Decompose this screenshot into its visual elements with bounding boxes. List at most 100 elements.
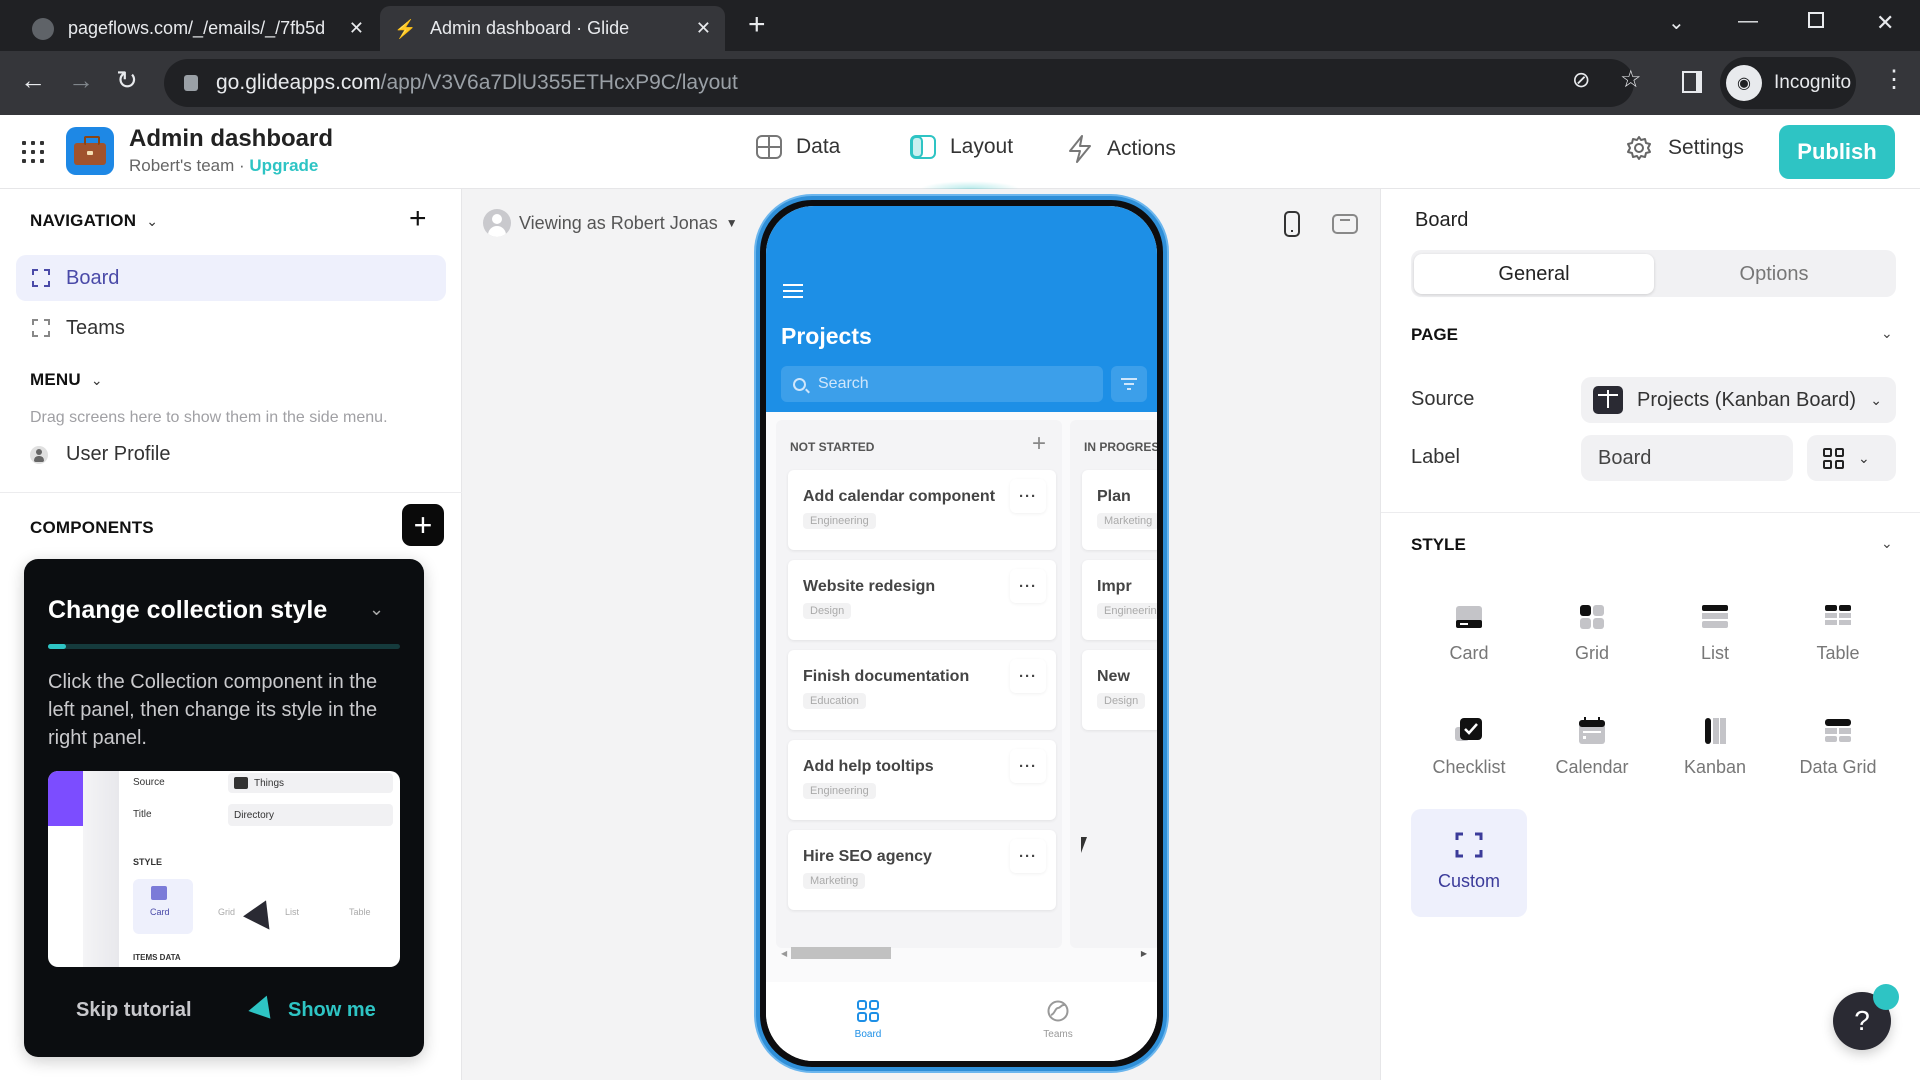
- settings-label: Settings: [1668, 136, 1744, 159]
- search-icon: [793, 377, 806, 391]
- style-option-calendar[interactable]: Calendar: [1534, 695, 1650, 803]
- card-title: Website redesign: [803, 578, 936, 595]
- source-dropdown[interactable]: Projects (Kanban Board) ⌄: [1581, 377, 1896, 423]
- nav-actions[interactable]: Actions: [1067, 135, 1176, 163]
- more-options-icon[interactable]: ···: [1010, 839, 1046, 873]
- horizontal-scrollbar[interactable]: ◀ ▶: [781, 946, 1147, 960]
- menu-section-header[interactable]: MENU ⌄: [30, 370, 103, 390]
- incognito-profile[interactable]: ◉ Incognito: [1720, 57, 1856, 109]
- phone-search-input[interactable]: Search: [781, 366, 1103, 402]
- style-option-list[interactable]: List: [1657, 581, 1773, 689]
- forward-button[interactable]: →: [68, 65, 94, 95]
- custom-screen-icon: [32, 269, 50, 287]
- reload-button[interactable]: ↻: [116, 65, 138, 95]
- label-icon-picker[interactable]: ⌄: [1807, 435, 1896, 481]
- url-path: /app/V3V6a7DlU355ETHcxP9C/layout: [380, 71, 738, 94]
- tablet-preview-icon[interactable]: [1332, 214, 1358, 234]
- back-button[interactable]: ←: [20, 65, 46, 95]
- more-options-icon[interactable]: ···: [1010, 749, 1046, 783]
- style-section-header: STYLE: [1411, 535, 1466, 554]
- style-option-grid[interactable]: Grid: [1534, 581, 1650, 689]
- kanban-card[interactable]: Hire SEO agency Marketing ···: [788, 830, 1056, 910]
- kanban-card[interactable]: Impr Engineering: [1082, 560, 1157, 640]
- restore-button[interactable]: [1808, 12, 1824, 28]
- viewing-as-selector[interactable]: Viewing as Robert Jonas ▼: [483, 209, 738, 237]
- kanban-card[interactable]: Add calendar component Engineering ···: [788, 470, 1056, 550]
- more-options-icon[interactable]: ···: [1010, 569, 1046, 603]
- scroll-right-icon[interactable]: ▶: [1141, 949, 1147, 958]
- scroll-left-icon[interactable]: ◀: [781, 949, 787, 958]
- phone-preview-icon[interactable]: [1284, 211, 1300, 237]
- kanban-card[interactable]: Plan Marketing: [1082, 470, 1157, 550]
- browser-tab[interactable]: pageflows.com/_/emails/_/7fb5d ✕: [18, 6, 378, 51]
- new-tab-button[interactable]: +: [748, 10, 766, 40]
- kanban-card[interactable]: Finish documentation Education ···: [788, 650, 1056, 730]
- more-options-icon[interactable]: ···: [1010, 659, 1046, 693]
- nav-item-label: Teams: [66, 316, 125, 339]
- address-bar[interactable]: go.glideapps.com /app/V3V6a7DlU355ETHcxP…: [164, 59, 1634, 107]
- nav-data[interactable]: Data: [756, 135, 840, 159]
- tab-search-icon[interactable]: ⌄: [1668, 10, 1685, 35]
- kanban-card[interactable]: Website redesign Design ···: [788, 560, 1056, 640]
- style-option-data-grid[interactable]: Data Grid: [1780, 695, 1896, 803]
- tutorial-progress-bar: [48, 644, 400, 649]
- preview-title-field: Directory: [228, 804, 393, 826]
- nav-item-board[interactable]: Board: [16, 255, 446, 301]
- side-panel-icon[interactable]: [1682, 71, 1702, 93]
- kanban-card[interactable]: Add help tooltips Engineering ···: [788, 740, 1056, 820]
- close-window-button[interactable]: ✕: [1876, 10, 1894, 36]
- label-input[interactable]: Board: [1581, 435, 1793, 481]
- chevron-down-icon[interactable]: ⌄: [1881, 535, 1893, 552]
- phone-tab-teams[interactable]: Teams: [1028, 1000, 1088, 1040]
- scrollbar-thumb[interactable]: [791, 947, 891, 959]
- chevron-down-icon[interactable]: ⌄: [1881, 325, 1893, 342]
- show-me-button[interactable]: Show me: [248, 995, 376, 1026]
- globe-icon: [32, 17, 54, 40]
- style-option-table[interactable]: Table: [1780, 581, 1896, 689]
- chevron-down-icon: ⌄: [90, 371, 103, 388]
- close-tab-icon[interactable]: ✕: [349, 18, 364, 39]
- add-screen-button[interactable]: +: [409, 204, 427, 234]
- phone-tab-board[interactable]: Board: [838, 1000, 898, 1040]
- nav-item-label: Board: [66, 266, 120, 289]
- show-me-label: Show me: [288, 999, 376, 1021]
- minimize-button[interactable]: —: [1738, 10, 1758, 33]
- tab-general[interactable]: General: [1414, 254, 1654, 294]
- bookmark-star-icon[interactable]: ☆: [1620, 65, 1642, 94]
- more-options-icon[interactable]: ···: [1010, 479, 1046, 513]
- card-style-icon: [151, 886, 167, 900]
- add-card-button[interactable]: +: [1032, 430, 1046, 458]
- card-tag: Marketing: [1097, 513, 1157, 529]
- close-tab-icon[interactable]: ✕: [696, 18, 711, 39]
- style-option-checklist[interactable]: Checklist: [1411, 695, 1527, 803]
- column-title: NOT STARTED: [790, 440, 875, 454]
- preview-title-label: Title: [133, 809, 152, 820]
- menu-item-user-profile[interactable]: User Profile: [30, 443, 170, 466]
- add-component-button[interactable]: +: [402, 504, 444, 546]
- style-option-kanban[interactable]: Kanban: [1657, 695, 1773, 803]
- kanban-card[interactable]: New Design: [1082, 650, 1157, 730]
- source-value: Projects (Kanban Board): [1637, 388, 1857, 411]
- publish-button[interactable]: Publish: [1779, 125, 1895, 179]
- nav-layout[interactable]: Layout: [910, 135, 1013, 159]
- tutorial-body: Click the Collection component in the le…: [48, 671, 378, 749]
- filter-button[interactable]: [1111, 366, 1147, 402]
- nav-item-teams[interactable]: Teams: [16, 305, 446, 351]
- chevron-down-icon[interactable]: ⌄: [369, 599, 384, 620]
- settings-button[interactable]: Settings: [1626, 135, 1744, 161]
- menu-hint: Drag screens here to show them in the si…: [30, 409, 388, 426]
- upgrade-link[interactable]: Upgrade: [249, 156, 318, 175]
- tracking-protection-icon[interactable]: ⊘: [1572, 67, 1590, 93]
- browser-tab-active[interactable]: ⚡ Admin dashboard · Glide ✕: [380, 6, 725, 51]
- style-option-card[interactable]: Card: [1411, 581, 1527, 689]
- navigation-section-header[interactable]: NAVIGATION ⌄: [30, 211, 158, 231]
- hamburger-menu-icon[interactable]: [783, 284, 803, 298]
- style-option-custom[interactable]: Custom: [1411, 809, 1527, 917]
- skip-tutorial-button[interactable]: Skip tutorial: [76, 999, 192, 1022]
- browser-menu-icon[interactable]: ⋮: [1882, 65, 1906, 94]
- phone-tab-label: Teams: [1043, 1029, 1073, 1040]
- kanban-board[interactable]: NOT STARTED + Add calendar component Engi…: [766, 412, 1157, 982]
- apps-grid-icon[interactable]: [22, 141, 44, 163]
- style-option-label: Kanban: [1683, 757, 1747, 777]
- tab-options[interactable]: Options: [1654, 254, 1894, 294]
